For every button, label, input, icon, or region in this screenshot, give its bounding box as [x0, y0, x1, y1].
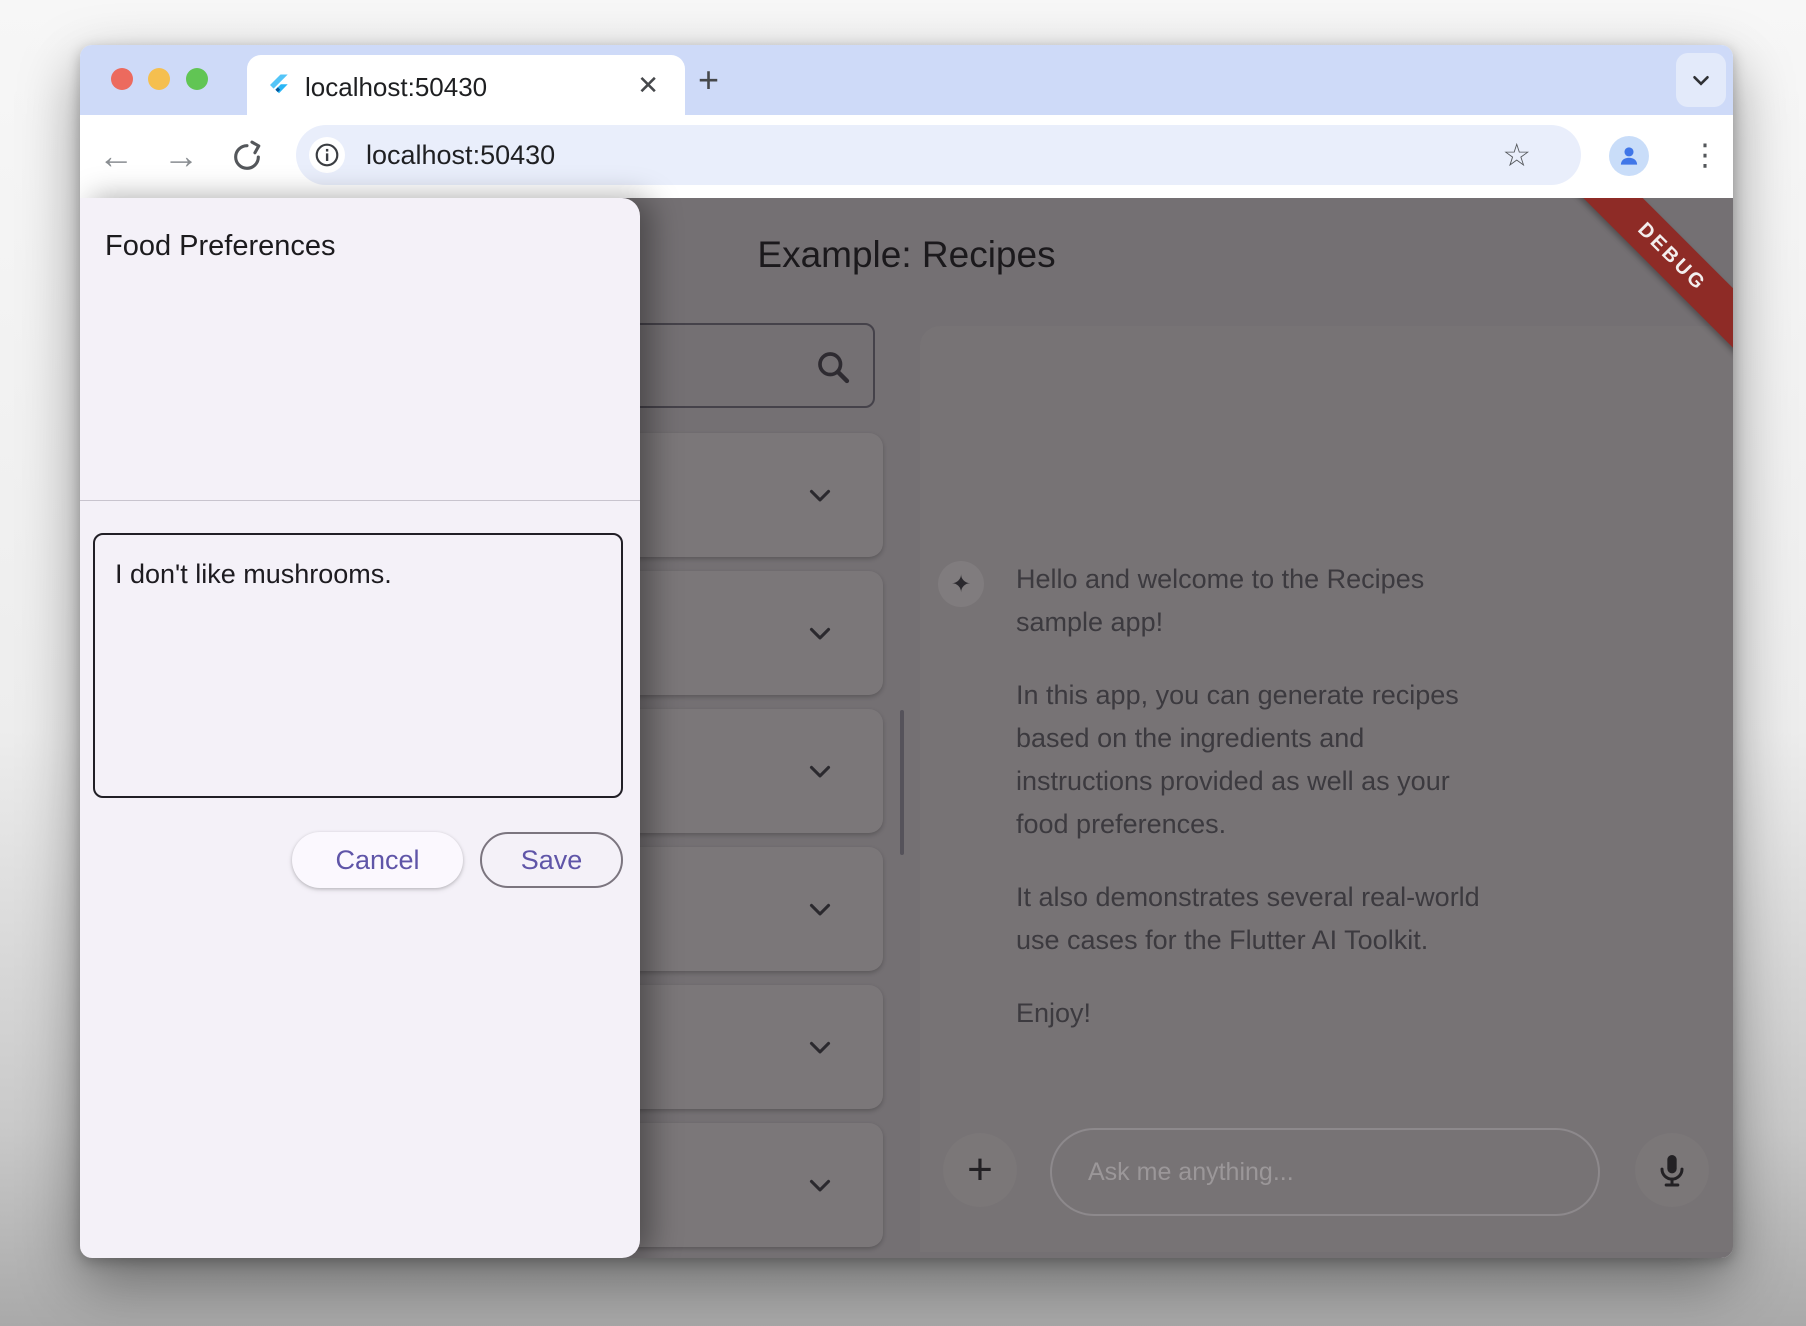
llm-message-paragraph: It also demonstrates several real-world … — [1016, 882, 1480, 955]
tab-strip: localhost:50430 ✕ + — [80, 45, 1733, 115]
food-preferences-textarea[interactable]: I don't like mushrooms. — [93, 533, 623, 798]
llm-message-paragraph: Hello and welcome to the Recipes sample … — [1016, 564, 1425, 637]
chevron-down-icon[interactable] — [803, 892, 837, 926]
llm-message-paragraph: Enjoy! — [1016, 998, 1092, 1028]
browser-window: localhost:50430 ✕ + ← → localhost:50430 … — [80, 45, 1733, 1258]
save-button[interactable]: Save — [480, 832, 623, 888]
browser-toolbar: ← → localhost:50430 ☆ ⋮ — [80, 115, 1733, 198]
profile-icon — [1620, 147, 1638, 165]
traffic-light-close[interactable] — [111, 68, 133, 90]
traffic-light-zoom[interactable] — [186, 68, 208, 90]
chevron-down-icon[interactable] — [803, 1030, 837, 1064]
chevron-down-icon — [1693, 75, 1709, 86]
attach-button[interactable]: + — [943, 1133, 1017, 1207]
bookmark-star-icon[interactable]: ☆ — [1502, 136, 1531, 174]
browser-tab[interactable]: localhost:50430 ✕ — [247, 55, 685, 115]
reload-icon — [234, 140, 261, 170]
llm-message-paragraph: In this app, you can generate recipes ba… — [1016, 680, 1459, 839]
new-tab-icon[interactable]: + — [698, 62, 719, 98]
profile-avatar[interactable] — [1609, 136, 1649, 176]
browser-menu-icon[interactable]: ⋮ — [1690, 134, 1720, 178]
address-bar[interactable]: localhost:50430 ☆ — [296, 125, 1581, 185]
chevron-down-icon[interactable] — [803, 616, 837, 650]
mic-button[interactable] — [1635, 1133, 1709, 1207]
chevron-down-icon[interactable] — [803, 754, 837, 788]
forward-button[interactable]: → — [163, 135, 199, 177]
tab-close-icon[interactable]: ✕ — [637, 71, 659, 99]
site-info-icon[interactable] — [309, 137, 345, 173]
back-button[interactable]: ← — [98, 135, 134, 177]
cancel-button[interactable]: Cancel — [292, 832, 463, 888]
llm-sparkle-icon: ✦ — [938, 561, 984, 607]
drawer-divider — [80, 500, 640, 501]
reload-button[interactable] — [230, 140, 264, 174]
chat-prompt-input[interactable] — [1050, 1128, 1600, 1216]
llm-message: Hello and welcome to the Recipes sample … — [1016, 558, 1498, 1065]
traffic-light-minimize[interactable] — [148, 68, 170, 90]
desktop: localhost:50430 ✕ + ← → localhost:50430 … — [0, 0, 1806, 1326]
food-preferences-drawer: Food Preferences I don't like mushrooms.… — [80, 198, 640, 1258]
url-text[interactable]: localhost:50430 — [366, 140, 555, 171]
drawer-title: Food Preferences — [105, 230, 336, 262]
chevron-down-icon[interactable] — [803, 478, 837, 512]
list-scrollbar[interactable] — [900, 710, 904, 855]
tab-title: localhost:50430 — [305, 72, 488, 102]
chevron-down-icon[interactable] — [803, 1168, 837, 1202]
tab-search-button[interactable] — [1676, 53, 1726, 107]
search-icon — [811, 345, 855, 389]
flutter-favicon-icon — [267, 73, 291, 97]
mic-icon — [1652, 1150, 1692, 1190]
